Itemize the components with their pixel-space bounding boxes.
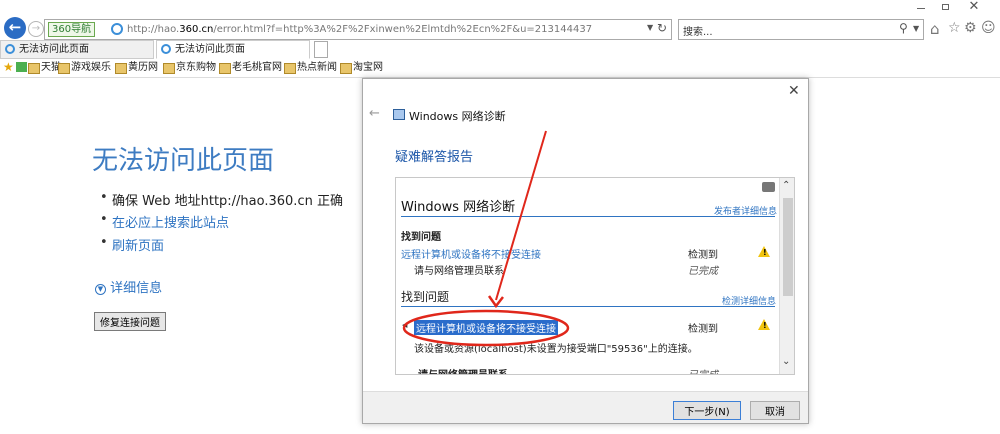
- annotation-overlay: [402, 130, 570, 347]
- annotation-ellipse: [402, 309, 570, 347]
- annotation-arrow: [495, 130, 547, 301]
